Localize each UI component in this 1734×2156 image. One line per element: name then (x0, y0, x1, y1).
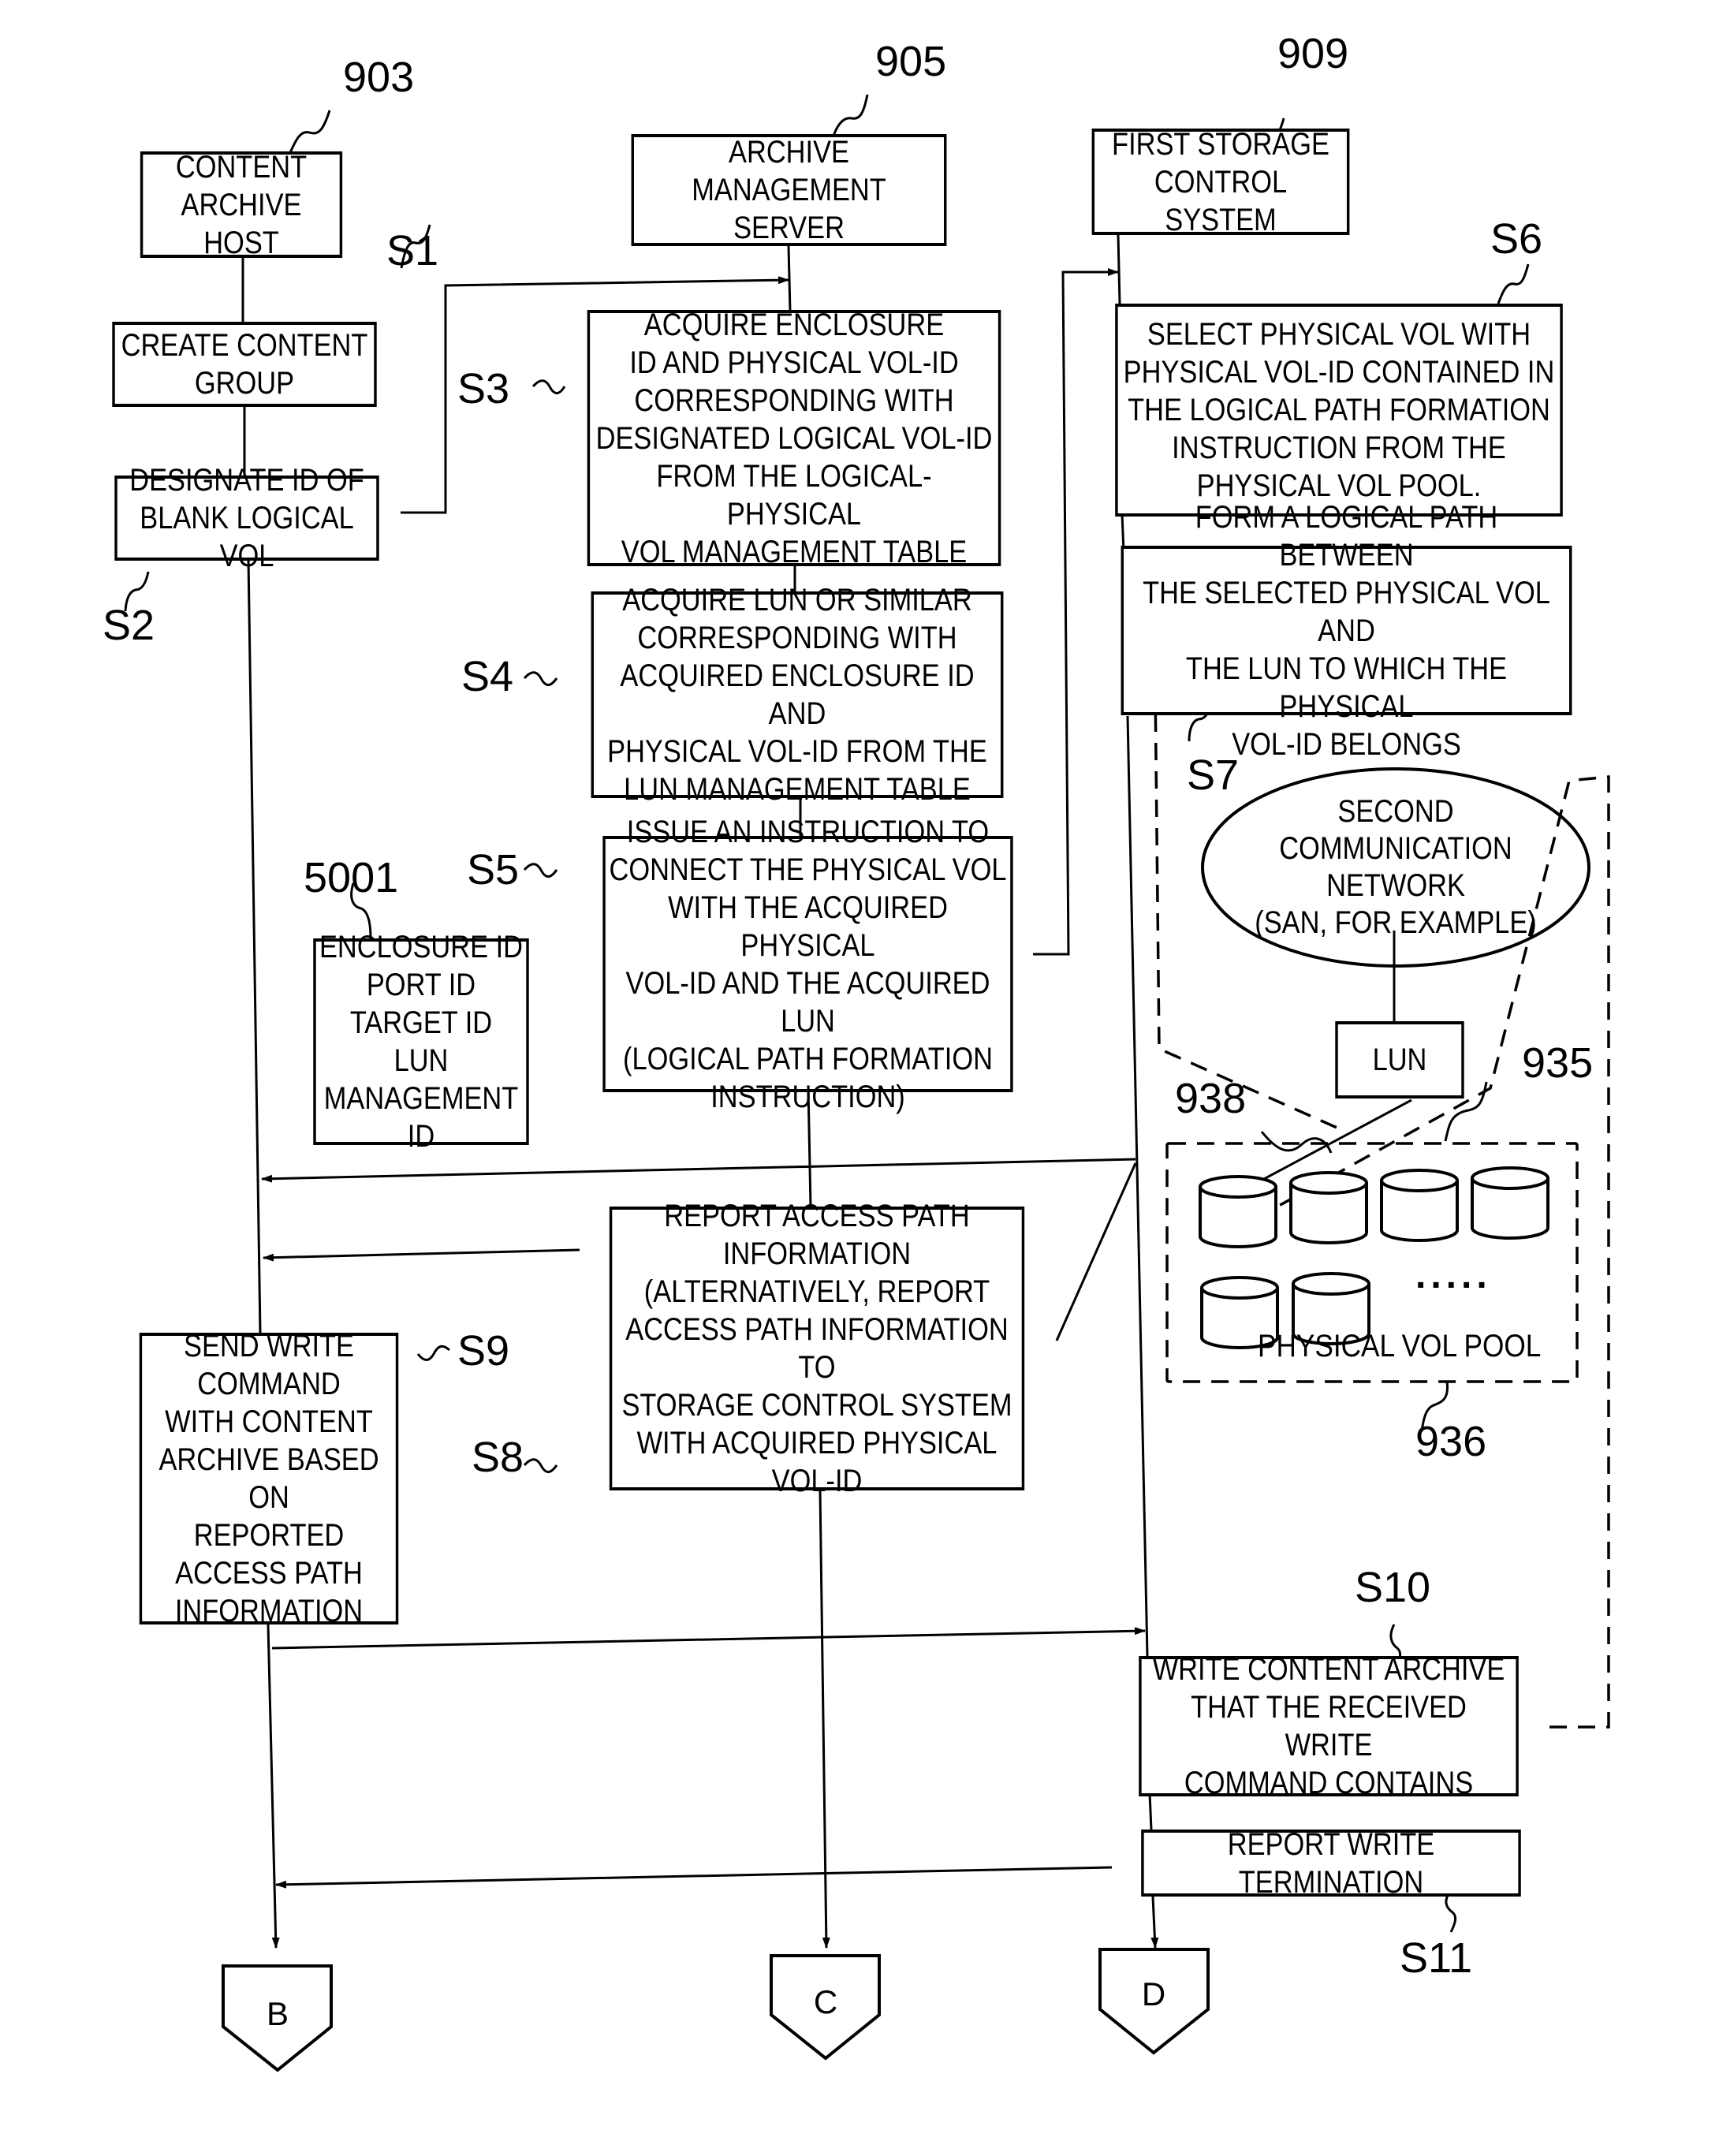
s10-ref: S10 (1355, 1564, 1431, 1611)
host-ref: 903 (343, 54, 415, 101)
step-s5-issue-instruction: ISSUE AN INSTRUCTION TO CONNECT THE PHYS… (602, 815, 1013, 1114)
step-s3-acquire-enclosure-id: ACQUIRE ENCLOSURE ID AND PHYSICAL VOL-ID… (587, 308, 1001, 569)
connector-d: D (1141, 1975, 1166, 2012)
lun-info-ref: 5001 (304, 854, 399, 901)
volume-ref: 935 (1522, 1039, 1594, 1087)
volume-icon (1289, 1171, 1368, 1244)
s2-ref: S2 (103, 602, 155, 649)
s8-ref: S8 (472, 1434, 524, 1481)
step-s6-select-physical-vol: SELECT PHYSICAL VOL WITH PHYSICAL VOL-ID… (1115, 304, 1563, 517)
lun-management-info: ENCLOSURE ID PORT ID TARGET ID LUN MANAG… (313, 930, 529, 1154)
volume-icon (1199, 1175, 1277, 1248)
arrow-s11-to-host (275, 1866, 1113, 1889)
s4-ref: S4 (461, 653, 514, 700)
logical-path-ref: 938 (1175, 1075, 1247, 1122)
step-s9-send-write-command: SEND WRITE COMMAND WITH CONTENT ARCHIVE … (139, 1329, 399, 1628)
volume-group (1199, 1166, 1549, 1349)
volume-icon (1380, 1169, 1459, 1242)
step-s11-report-write-termination: REPORT WRITE TERMINATION (1141, 1827, 1521, 1900)
arrow-storage-to-host (261, 1158, 1136, 1183)
archive-management-server: ARCHIVE MANAGEMENT SERVER (631, 134, 947, 246)
arrow-s5-to-storage (1033, 268, 1119, 956)
s6-ref: S6 (1490, 215, 1543, 263)
arrow-s8-to-host (263, 1248, 580, 1262)
arrow-s9-to-storage (271, 1627, 1146, 1650)
s11-ref: S11 (1400, 1934, 1473, 1982)
step-s10-write-content-archive: WRITE CONTENT ARCHIVE THAT THE RECEIVED … (1139, 1652, 1519, 1800)
first-storage-control-system: FIRST STORAGE CONTROL SYSTEM (1091, 127, 1350, 237)
s1-ref: S1 (386, 227, 439, 274)
s5-ref: S5 (467, 846, 520, 893)
step-s1-create-content-group: CREATE CONTENT GROUP (112, 322, 377, 407)
content-archive-host: CONTENT ARCHIVE HOST (140, 150, 343, 260)
pool-ref: 936 (1415, 1418, 1487, 1465)
step-s4-acquire-lun: ACQUIRE LUN OR SIMILAR CORRESPONDING WIT… (591, 583, 1004, 807)
connector-b: B (266, 1995, 289, 2032)
server-lifeline (787, 245, 792, 312)
step-s7-form-logical-path: FORM A LOGICAL PATH BETWEEN THE SELECTED… (1121, 500, 1572, 762)
storage-lifeline (1117, 234, 1121, 304)
connector-c: C (813, 1983, 838, 2020)
volume-icon (1471, 1166, 1549, 1240)
second-communication-network: SECOND COMMUNICATION NETWORK (SAN, FOR E… (1255, 794, 1537, 940)
step-s8-report-access-path: REPORT ACCESS PATH INFORMATION (ALTERNAT… (609, 1199, 1025, 1498)
physical-vol-pool-label: PHYSICAL VOL POOL (1258, 1329, 1542, 1363)
storage-ref: 909 (1277, 30, 1349, 77)
s9-ref: S9 (457, 1327, 510, 1375)
server-ref: 905 (875, 38, 947, 85)
more-volumes-ellipsis: ..... (1415, 1255, 1492, 1296)
lun-box: LUN (1335, 1021, 1464, 1099)
step-s2-designate-id: DESIGNATE ID OF BLANK LOGICAL VOL (114, 463, 379, 573)
s3-ref: S3 (457, 365, 510, 412)
